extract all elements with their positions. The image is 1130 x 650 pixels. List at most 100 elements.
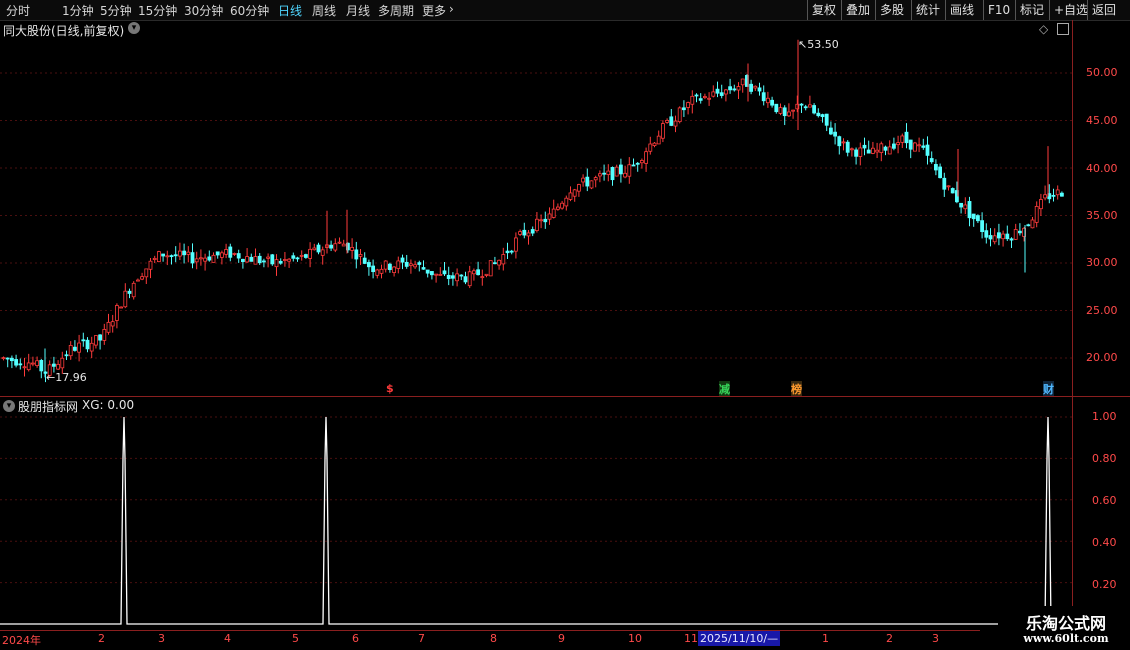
candle-body bbox=[375, 269, 380, 276]
panel-toggle-icon[interactable] bbox=[1057, 23, 1069, 35]
event-marker-reduce[interactable]: 减 bbox=[719, 381, 730, 397]
candle-body bbox=[337, 241, 342, 244]
draw-line-button[interactable]: 画线 bbox=[945, 0, 978, 20]
candle-body bbox=[404, 261, 409, 267]
candle-body bbox=[598, 173, 602, 177]
period-tab-fenshi[interactable]: 分时 bbox=[6, 2, 30, 19]
period-tab-5min[interactable]: 5分钟 bbox=[100, 2, 132, 19]
chevron-right-icon[interactable]: › bbox=[449, 2, 454, 16]
candle-body bbox=[467, 271, 472, 287]
candle-body bbox=[879, 143, 884, 153]
candle-body bbox=[619, 164, 623, 175]
time-tick: 4 bbox=[224, 632, 231, 645]
candle-body bbox=[446, 274, 451, 279]
candle-body bbox=[379, 268, 384, 274]
high-price-value: 53.50 bbox=[807, 38, 839, 51]
candle-body bbox=[627, 164, 632, 177]
candle-body bbox=[115, 305, 119, 321]
candle-body bbox=[169, 255, 174, 258]
candle-body bbox=[820, 114, 825, 118]
candle-body bbox=[1043, 194, 1047, 199]
candle-body bbox=[539, 219, 543, 222]
multi-stock-button[interactable]: 多股 bbox=[875, 0, 908, 20]
candle-body bbox=[644, 151, 648, 164]
candle-body bbox=[757, 87, 762, 92]
price-tick: 30.00 bbox=[1086, 256, 1118, 269]
statistics-button[interactable]: 统计 bbox=[911, 0, 944, 20]
price-tick: 40.00 bbox=[1086, 162, 1118, 175]
event-marker-finance[interactable]: 财 bbox=[1043, 381, 1054, 397]
overlay-button[interactable]: 叠加 bbox=[841, 0, 874, 20]
candle-body bbox=[30, 362, 35, 365]
candle-body bbox=[371, 265, 376, 273]
candle-body bbox=[799, 103, 804, 106]
candle-body bbox=[316, 244, 321, 253]
crosshair-date-label: 2025/11/10/— bbox=[698, 631, 781, 646]
period-tab-multi[interactable]: 多周期 bbox=[378, 2, 414, 19]
price-tick: 20.00 bbox=[1086, 351, 1118, 364]
candle-body bbox=[455, 273, 460, 282]
candle-body bbox=[551, 208, 556, 218]
candle-body bbox=[39, 360, 44, 372]
event-marker-ranking[interactable]: 榜 bbox=[791, 381, 802, 397]
candle-body bbox=[94, 335, 98, 346]
fuquan-button[interactable]: 复权 bbox=[807, 0, 840, 20]
candle-body bbox=[505, 250, 510, 254]
candle-body bbox=[577, 184, 581, 192]
candle-body bbox=[442, 270, 447, 275]
indicator-tick: 0.20 bbox=[1092, 578, 1117, 591]
chevron-down-icon[interactable]: ▾ bbox=[128, 22, 140, 34]
candle-body bbox=[5, 357, 10, 360]
candlestick-chart[interactable] bbox=[0, 36, 1073, 394]
candle-body bbox=[413, 264, 418, 268]
candle-body bbox=[568, 192, 573, 200]
candle-body bbox=[1009, 238, 1014, 241]
candle-body bbox=[913, 142, 917, 152]
period-tab-30min[interactable]: 30分钟 bbox=[184, 2, 223, 19]
candle-body bbox=[1034, 206, 1039, 223]
event-marker-dividend[interactable]: $ bbox=[386, 382, 394, 395]
f10-button[interactable]: F10 bbox=[983, 0, 1014, 20]
time-tick: 2 bbox=[98, 632, 105, 645]
candle-body bbox=[875, 149, 879, 153]
candle-body bbox=[514, 237, 518, 252]
candle-body bbox=[102, 329, 107, 341]
candle-body bbox=[719, 92, 724, 96]
candle-body bbox=[358, 254, 363, 257]
candle-body bbox=[85, 339, 90, 350]
candle-body bbox=[299, 254, 304, 257]
time-tick: 3 bbox=[158, 632, 165, 645]
candle-body bbox=[833, 131, 837, 137]
candle-body bbox=[1013, 229, 1018, 240]
candle-body bbox=[774, 103, 779, 113]
candle-body bbox=[476, 269, 481, 276]
high-price-label: ↖53.50 bbox=[798, 38, 839, 51]
period-tab-daily[interactable]: 日线 bbox=[278, 2, 302, 19]
period-tab-60min[interactable]: 60分钟 bbox=[230, 2, 269, 19]
candle-body bbox=[950, 188, 955, 194]
candle-body bbox=[81, 339, 86, 342]
mark-button[interactable]: 标记 bbox=[1015, 0, 1048, 20]
candle-body bbox=[589, 180, 594, 189]
candle-body bbox=[652, 142, 657, 146]
period-tab-weekly[interactable]: 周线 bbox=[312, 2, 336, 19]
diamond-icon[interactable]: ◇ bbox=[1039, 22, 1048, 36]
period-tab-15min[interactable]: 15分钟 bbox=[138, 2, 177, 19]
candle-body bbox=[560, 202, 564, 209]
add-watchlist-button[interactable]: +自选 bbox=[1049, 0, 1092, 20]
candle-body bbox=[602, 172, 606, 175]
candle-body bbox=[303, 254, 308, 258]
candle-body bbox=[438, 273, 443, 276]
price-tick: 25.00 bbox=[1086, 304, 1118, 317]
candle-body bbox=[988, 235, 993, 240]
candle-body bbox=[963, 204, 968, 210]
period-tab-monthly[interactable]: 月线 bbox=[346, 2, 370, 19]
candle-body bbox=[400, 257, 405, 263]
period-tab-more[interactable]: 更多 bbox=[422, 2, 446, 19]
xg-indicator-chart[interactable] bbox=[0, 398, 1073, 630]
candle-body bbox=[690, 95, 695, 105]
back-button[interactable]: 返回 bbox=[1087, 0, 1120, 20]
period-tab-1min[interactable]: 1分钟 bbox=[62, 2, 94, 19]
candle-body bbox=[934, 164, 938, 171]
candle-body bbox=[640, 160, 644, 164]
